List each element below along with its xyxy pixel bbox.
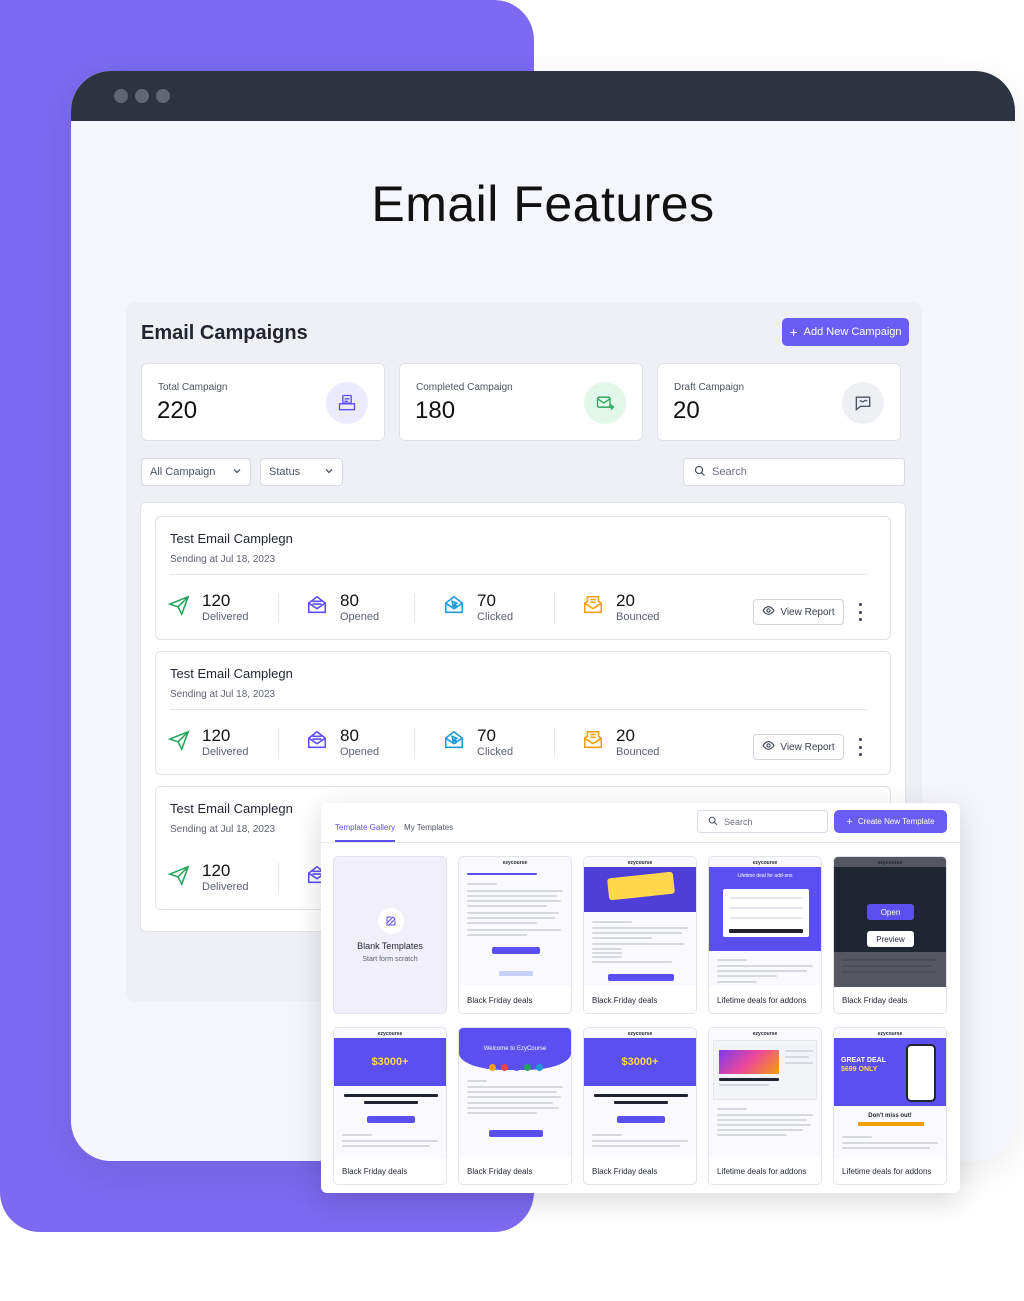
template-thumbnail: Welcome to EzyCourse bbox=[459, 1028, 571, 1158]
metric-delivered: 120 Delivered bbox=[167, 722, 248, 762]
open-button[interactable]: Open bbox=[867, 904, 914, 920]
template-card[interactable]: ezycourse Black Friday deals bbox=[458, 856, 572, 1014]
paper-plane-icon bbox=[167, 594, 190, 621]
template-card[interactable]: ezycourse Lifetime deals for addons bbox=[708, 1027, 822, 1185]
metric-delivered: 120 Delivered bbox=[167, 857, 248, 897]
template-card[interactable]: ezycourse $3000+ Black Friday deals bbox=[583, 1027, 697, 1185]
window-dot[interactable] bbox=[135, 89, 149, 103]
eye-icon bbox=[762, 604, 775, 620]
hover-overlay bbox=[834, 857, 946, 987]
bounce-mail-icon bbox=[582, 594, 604, 621]
view-report-button[interactable]: View Report bbox=[753, 734, 844, 760]
template-gallery: Template Gallery My Templates Search + C… bbox=[321, 803, 960, 1193]
more-options-icon[interactable] bbox=[856, 603, 864, 621]
template-thumbnail: ezycourse GREAT DEAL $699 ONLY Don't mis… bbox=[834, 1028, 946, 1158]
divider bbox=[278, 863, 279, 893]
search-icon bbox=[708, 816, 718, 828]
campaign-search-input[interactable]: Search bbox=[683, 458, 905, 486]
panel-title: Email Campaigns bbox=[141, 322, 308, 344]
campaign-stack-icon bbox=[326, 382, 368, 424]
search-icon bbox=[694, 465, 706, 480]
template-card[interactable]: ezycourse Lifetime deal for add-ons Life… bbox=[708, 856, 822, 1014]
page-title: Email Features bbox=[371, 176, 715, 232]
tab-my-templates[interactable]: My Templates bbox=[404, 823, 453, 842]
template-search-input[interactable]: Search bbox=[697, 810, 828, 833]
campaign-item[interactable]: Test Email Camplegn Sending at Jul 18, 2… bbox=[155, 651, 891, 775]
eye-icon bbox=[762, 739, 775, 755]
window-dot[interactable] bbox=[156, 89, 170, 103]
window-dot[interactable] bbox=[114, 89, 128, 103]
divider bbox=[170, 574, 868, 575]
tab-template-gallery[interactable]: Template Gallery bbox=[335, 823, 396, 842]
template-card-hovered[interactable]: ezycourse Open Preview Black Friday deal… bbox=[833, 856, 947, 1014]
plus-icon: + bbox=[789, 324, 798, 340]
open-mail-icon bbox=[306, 729, 328, 756]
divider bbox=[321, 842, 960, 843]
more-options-icon[interactable] bbox=[856, 738, 864, 756]
click-mail-icon bbox=[443, 729, 465, 756]
gallery-tabs: Template Gallery My Templates bbox=[335, 823, 453, 842]
divider bbox=[414, 728, 415, 758]
paper-plane-icon bbox=[167, 864, 190, 891]
open-mail-icon bbox=[306, 594, 328, 621]
metric-delivered: 120 Delivered bbox=[167, 587, 248, 627]
click-mail-icon bbox=[443, 594, 465, 621]
template-card[interactable]: ezycourse Black Friday deals bbox=[583, 856, 697, 1014]
template-card[interactable]: Welcome to EzyCourse Black Friday deals bbox=[458, 1027, 572, 1185]
campaign-item[interactable]: Test Email Camplegn Sending at Jul 18, 2… bbox=[155, 516, 891, 640]
template-card[interactable]: ezycourse GREAT DEAL $699 ONLY Don't mis… bbox=[833, 1027, 947, 1185]
chevron-down-icon bbox=[324, 466, 334, 479]
status-select[interactable]: Status bbox=[260, 458, 343, 486]
plus-icon: + bbox=[846, 815, 853, 828]
template-thumbnail: ezycourse $3000+ bbox=[334, 1028, 446, 1158]
create-new-template-button[interactable]: + Create New Template bbox=[834, 810, 947, 833]
blank-template-card[interactable]: Blank Templates Start form scratch bbox=[333, 856, 447, 1014]
all-campaign-select[interactable]: All Campaign bbox=[141, 458, 251, 486]
template-thumbnail: ezycourse $3000+ bbox=[584, 1028, 696, 1158]
draft-message-icon bbox=[842, 382, 884, 424]
bounce-mail-icon bbox=[582, 729, 604, 756]
divider bbox=[278, 593, 279, 623]
metric-clicked: 70 Clicked bbox=[443, 722, 513, 762]
stat-card-completed: Completed Campaign 180 bbox=[399, 363, 643, 441]
metric-bounced: 20 Bounced bbox=[582, 587, 659, 627]
metric-opened: 80 Opened bbox=[306, 587, 379, 627]
template-thumbnail: ezycourse Open Preview bbox=[834, 857, 946, 987]
divider bbox=[414, 593, 415, 623]
template-card[interactable]: ezycourse $3000+ Black Friday deals bbox=[333, 1027, 447, 1185]
divider bbox=[554, 728, 555, 758]
paper-plane-icon bbox=[167, 729, 190, 756]
stat-card-total: Total Campaign 220 bbox=[141, 363, 385, 441]
chevron-down-icon bbox=[232, 466, 242, 479]
metric-bounced: 20 Bounced bbox=[582, 722, 659, 762]
metric-clicked: 70 Clicked bbox=[443, 587, 513, 627]
preview-button[interactable]: Preview bbox=[867, 931, 914, 947]
template-thumbnail: ezycourse bbox=[709, 1028, 821, 1158]
template-thumbnail: ezycourse bbox=[584, 857, 696, 987]
divider bbox=[554, 593, 555, 623]
browser-titlebar bbox=[71, 71, 1015, 121]
add-new-campaign-button[interactable]: + Add New Campaign bbox=[782, 318, 909, 346]
view-report-button[interactable]: View Report bbox=[753, 599, 844, 625]
stat-card-draft: Draft Campaign 20 bbox=[657, 363, 901, 441]
template-thumbnail: ezycourse Lifetime deal for add-ons bbox=[709, 857, 821, 987]
mail-sent-icon bbox=[584, 382, 626, 424]
divider bbox=[278, 728, 279, 758]
edit-icon bbox=[378, 908, 404, 934]
template-thumbnail: ezycourse bbox=[459, 857, 571, 987]
divider bbox=[170, 709, 868, 710]
metric-opened: 80 Opened bbox=[306, 722, 379, 762]
